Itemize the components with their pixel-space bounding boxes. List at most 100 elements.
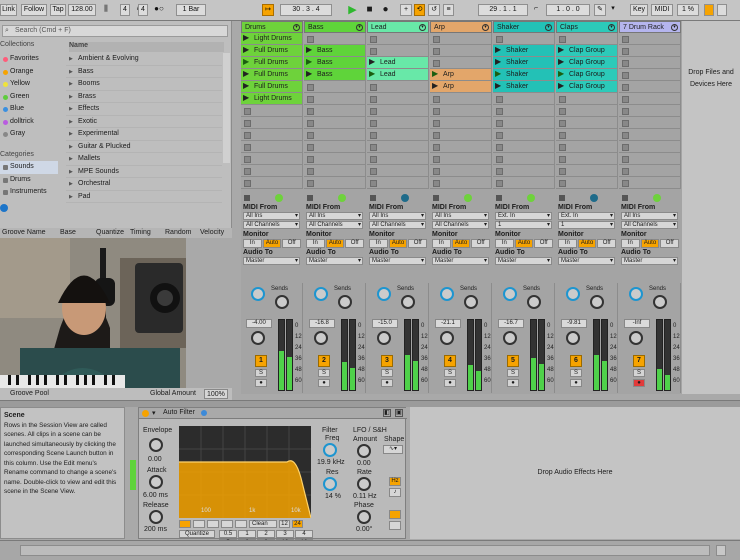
clip-launch-icon[interactable]: ▶ bbox=[306, 46, 313, 54]
time-sig-denominator[interactable]: 4 bbox=[138, 4, 148, 16]
clip-slot[interactable]: ▶ Bass bbox=[304, 57, 366, 69]
empty-clip-slot[interactable] bbox=[619, 117, 681, 129]
link-button[interactable]: Link bbox=[0, 4, 17, 16]
chevron-icon[interactable]: ▾ bbox=[608, 4, 618, 16]
monitor-off-button[interactable]: Off bbox=[408, 239, 428, 248]
clip-slot[interactable]: ▶ Clap Group bbox=[556, 45, 618, 57]
clip-launch-icon[interactable]: ▶ bbox=[495, 58, 502, 66]
empty-clip-slot[interactable] bbox=[304, 165, 366, 177]
midi-channel-select[interactable]: All Channels bbox=[369, 221, 426, 229]
monitor-in-button[interactable]: In bbox=[369, 239, 388, 248]
slope-24-button[interactable]: 24 bbox=[292, 520, 303, 528]
empty-clip-slot[interactable] bbox=[556, 141, 618, 153]
track-title[interactable]: Claps ▾ bbox=[556, 21, 618, 33]
clip-slot[interactable]: ▶ Full Drums bbox=[241, 45, 303, 57]
solo-button[interactable]: S bbox=[318, 369, 330, 377]
clip-launch-icon[interactable]: ▶ bbox=[495, 82, 502, 90]
clip-slot[interactable]: ▶ Clap Group bbox=[556, 81, 618, 93]
groove-column-header[interactable]: Random bbox=[165, 228, 191, 238]
monitor-auto-button[interactable]: Auto bbox=[451, 239, 471, 248]
track-title[interactable]: Drums ▾ bbox=[241, 21, 303, 33]
empty-clip-slot[interactable] bbox=[367, 165, 429, 177]
empty-clip-slot[interactable] bbox=[493, 141, 555, 153]
freq-knob[interactable] bbox=[323, 443, 337, 457]
empty-clip-slot[interactable] bbox=[304, 177, 366, 189]
browser-item[interactable]: Mallets bbox=[66, 153, 222, 166]
clip-launch-icon[interactable]: ▶ bbox=[495, 46, 502, 54]
midi-channel-select[interactable]: All Channels bbox=[621, 221, 678, 229]
rate-knob[interactable] bbox=[357, 477, 371, 491]
empty-clip-slot[interactable] bbox=[619, 141, 681, 153]
browser-item[interactable]: Bass bbox=[66, 66, 222, 78]
track-activator-button[interactable]: 6 bbox=[570, 355, 582, 367]
empty-clip-slot[interactable] bbox=[367, 153, 429, 165]
quantize-value-button[interactable]: 1 bbox=[238, 530, 256, 538]
pan-knob[interactable] bbox=[566, 331, 580, 345]
track-title[interactable]: Lead ▾ bbox=[367, 21, 429, 33]
empty-clip-slot[interactable] bbox=[367, 93, 429, 105]
arm-button[interactable]: ● bbox=[633, 379, 645, 387]
clip-launch-icon[interactable]: ▶ bbox=[558, 82, 565, 90]
collection-item[interactable]: Yellow bbox=[0, 78, 58, 91]
clip-slot[interactable]: ▶ Bass bbox=[304, 69, 366, 81]
monitor-auto-button[interactable]: Auto bbox=[640, 239, 660, 248]
clip-slot[interactable]: ▶ Full Drums bbox=[241, 57, 303, 69]
track-activator-button[interactable]: 4 bbox=[444, 355, 456, 367]
clip-slot[interactable]: ▶ Light Drums bbox=[241, 93, 303, 105]
volume-field[interactable]: -Inf bbox=[624, 319, 650, 328]
info-icon[interactable] bbox=[0, 204, 8, 212]
solo-button[interactable]: S bbox=[255, 369, 267, 377]
circuit-select[interactable]: Clean bbox=[249, 520, 277, 528]
clip-slot[interactable]: ▶ Shaker bbox=[493, 45, 555, 57]
browser-item[interactable]: Experimental bbox=[66, 128, 222, 141]
metronome-icon[interactable]: ●○ bbox=[152, 4, 166, 16]
solo-button[interactable]: S bbox=[507, 369, 519, 377]
browser-item[interactable]: Effects bbox=[66, 103, 222, 116]
clip-stop-icon[interactable] bbox=[307, 195, 313, 201]
shape-select[interactable]: ∿▾ bbox=[383, 445, 403, 454]
midi-channel-select[interactable]: All Channels bbox=[306, 221, 363, 229]
midi-from-select[interactable]: All Ins bbox=[621, 212, 678, 220]
empty-clip-slot[interactable] bbox=[430, 165, 492, 177]
empty-clip-slot[interactable] bbox=[367, 141, 429, 153]
quantize-button[interactable]: Quantize bbox=[179, 530, 215, 538]
empty-clip-slot[interactable] bbox=[304, 33, 366, 45]
send-a-knob[interactable] bbox=[503, 287, 517, 301]
monitor-in-button[interactable]: In bbox=[243, 239, 262, 248]
monitor-in-button[interactable]: In bbox=[432, 239, 451, 248]
send-a-knob[interactable] bbox=[629, 287, 643, 301]
empty-clip-slot[interactable] bbox=[493, 33, 555, 45]
monitor-in-button[interactable]: In bbox=[495, 239, 514, 248]
empty-clip-slot[interactable] bbox=[241, 153, 303, 165]
arm-button[interactable]: ● bbox=[507, 379, 519, 387]
send-a-knob[interactable] bbox=[251, 287, 265, 301]
monitor-off-button[interactable]: Off bbox=[534, 239, 554, 248]
browser-item[interactable]: Ambient & Evolving bbox=[66, 53, 222, 66]
send-b-knob[interactable] bbox=[527, 295, 541, 309]
clip-launch-icon[interactable]: ▶ bbox=[432, 82, 439, 90]
arm-button[interactable]: ● bbox=[444, 379, 456, 387]
clip-launch-icon[interactable]: ▶ bbox=[243, 82, 250, 90]
browser-item[interactable]: Exotic bbox=[66, 116, 222, 128]
overdub-icon[interactable]: + bbox=[400, 4, 412, 16]
clip-launch-icon[interactable]: ▶ bbox=[306, 58, 313, 66]
browser-item[interactable]: Brass bbox=[66, 91, 222, 103]
empty-clip-slot[interactable] bbox=[241, 141, 303, 153]
pan-knob[interactable] bbox=[251, 331, 265, 345]
empty-clip-slot[interactable] bbox=[556, 33, 618, 45]
midi-from-select[interactable]: Ext. In bbox=[558, 212, 615, 220]
track-fold-icon[interactable]: ▾ bbox=[356, 24, 363, 31]
empty-clip-slot[interactable] bbox=[241, 117, 303, 129]
monitor-in-button[interactable]: In bbox=[558, 239, 577, 248]
send-a-knob[interactable] bbox=[440, 287, 454, 301]
groove-column-header[interactable]: Quantize bbox=[96, 228, 124, 238]
follow-arrow-icon[interactable]: ↦ bbox=[262, 4, 274, 16]
solo-button[interactable]: S bbox=[444, 369, 456, 377]
stop-icon[interactable]: ■ bbox=[363, 3, 376, 17]
volume-field[interactable]: -16.7 bbox=[498, 319, 524, 328]
clip-slot[interactable]: ▶ Clap Group bbox=[556, 57, 618, 69]
solo-button[interactable]: S bbox=[381, 369, 393, 377]
empty-clip-slot[interactable] bbox=[493, 153, 555, 165]
empty-clip-slot[interactable] bbox=[556, 93, 618, 105]
clip-launch-icon[interactable]: ▶ bbox=[369, 58, 376, 66]
